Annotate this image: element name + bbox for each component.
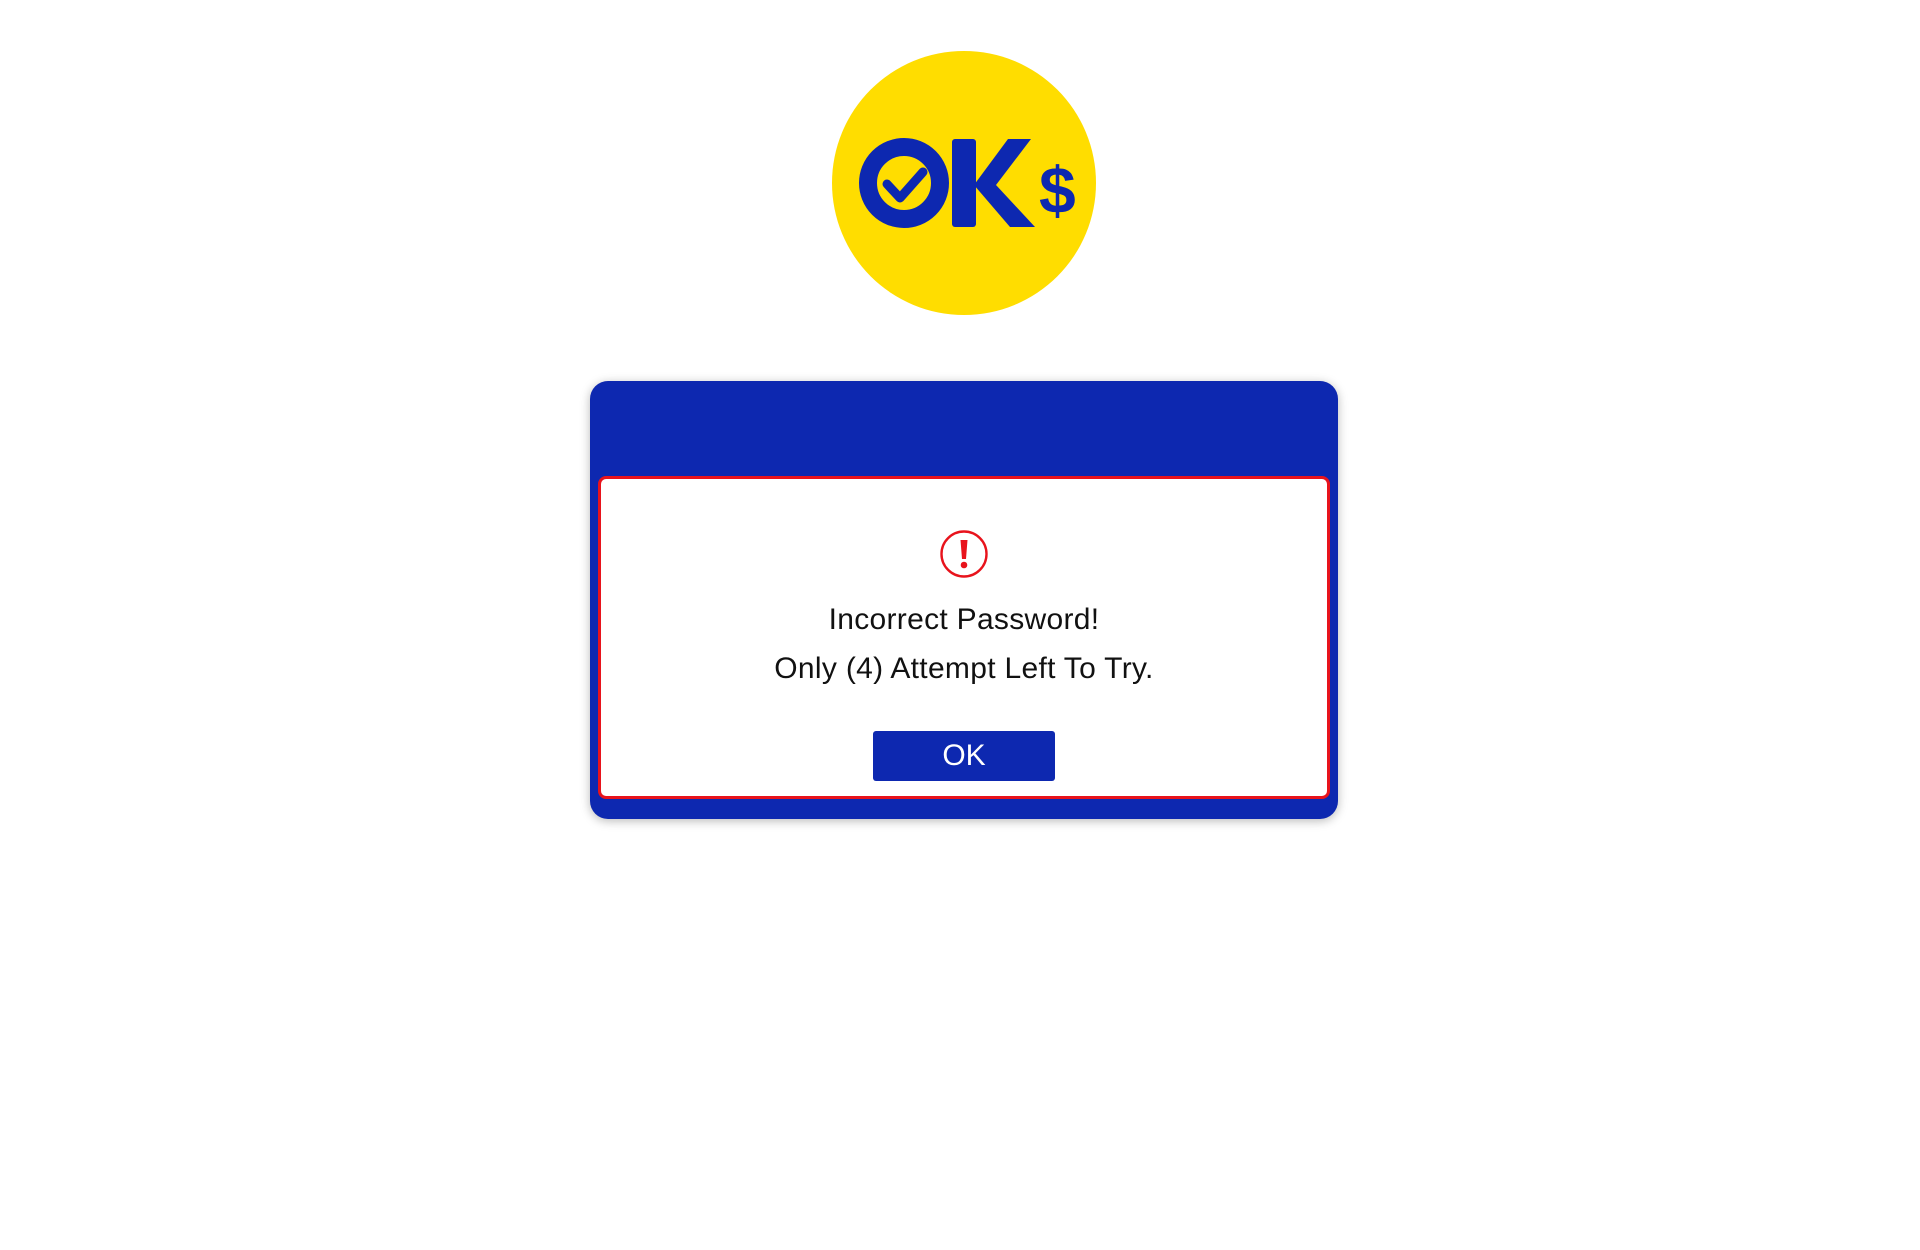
dialog-body: Incorrect Password! Only (4) Attempt Lef… [598, 476, 1330, 799]
page: $ Incorrect Password! Only (4) Attempt L… [0, 0, 1920, 1250]
ok-button[interactable]: OK [873, 731, 1055, 781]
attempts-left-message: Only (4) Attempt Left To Try. [774, 652, 1154, 685]
dialog-header [590, 381, 1338, 476]
ok-dollar-logo: $ [832, 51, 1096, 315]
dollar-sign: $ [1039, 153, 1076, 227]
alert-exclamation-icon [939, 529, 989, 579]
ok-dollar-logo-icon: $ [832, 51, 1096, 315]
error-message-title: Incorrect Password! [828, 603, 1100, 636]
alert-dialog: Incorrect Password! Only (4) Attempt Lef… [590, 381, 1338, 819]
